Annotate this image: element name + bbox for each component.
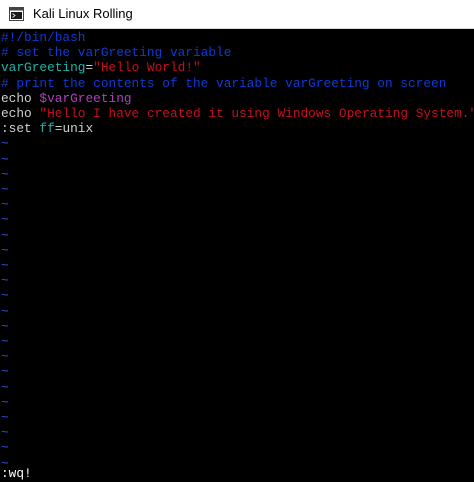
buffer-line[interactable]: varGreeting="Hello World!"	[1, 60, 201, 75]
empty-line-marker: ~	[1, 440, 9, 456]
empty-line-marker: ~	[1, 334, 9, 349]
empty-line-marker: ~	[1, 242, 9, 258]
buffer-line[interactable]: # print the contents of the variable var…	[1, 76, 446, 91]
buffer-text-string: "Hello World!"	[93, 60, 201, 76]
empty-line-marker: ~	[1, 273, 9, 289]
buffer-text-string: "Hello I have created it using Windows O…	[39, 106, 474, 121]
buffer-text-plain: echo	[1, 90, 40, 106]
buffer-text-comment: # print the contents of the variable var…	[1, 75, 447, 91]
buffer-text-ident: varGreeting	[1, 60, 86, 76]
buffer-text-plain: :set	[1, 121, 40, 137]
terminal-app-icon	[9, 7, 24, 21]
empty-line-marker: ~	[1, 303, 9, 319]
empty-line-marker: ~	[1, 227, 9, 243]
vim-editor-area[interactable]: #!/bin/bash # set the varGreeting variabl…	[0, 29, 474, 482]
empty-line-marker: ~	[1, 394, 9, 410]
empty-line-marker: ~	[1, 151, 9, 167]
empty-line-marker: ~	[1, 288, 9, 304]
buffer-text-plain: =unix	[54, 121, 94, 137]
empty-line-marker: ~	[1, 425, 9, 441]
buffer-line[interactable]: #!/bin/bash	[1, 30, 85, 45]
buffer-line[interactable]: # set the varGreeting variable	[1, 45, 231, 60]
buffer-text-ident: ff	[39, 121, 55, 137]
buffer-text-comment: # set the varGreeting variable	[1, 45, 232, 61]
buffer-line[interactable]: echo $varGreeting	[1, 91, 132, 106]
empty-line-marker: ~	[1, 136, 9, 152]
empty-line-marker: ~	[1, 182, 9, 197]
empty-line-marker: ~	[1, 318, 9, 334]
buffer-text-var: $varGreeting	[39, 90, 132, 106]
empty-line-marker: ~	[1, 410, 9, 425]
empty-line-marker: ~	[1, 212, 9, 228]
terminal-window: Kali Linux Rolling #!/bin/bash # set the …	[0, 0, 474, 482]
buffer-text-plain: echo	[1, 106, 40, 121]
empty-line-marker: ~	[1, 258, 9, 273]
empty-line-marker: ~	[1, 379, 9, 395]
empty-line-marker: ~	[1, 166, 9, 182]
buffer-line[interactable]: echo "Hello I have created it using Wind…	[1, 106, 474, 121]
title-bar[interactable]: Kali Linux Rolling	[0, 0, 474, 29]
empty-line-marker: ~	[1, 349, 9, 365]
command-line[interactable]: :wq!	[1, 466, 32, 481]
window-title: Kali Linux Rolling	[33, 6, 133, 21]
buffer-line[interactable]: :set ff=unix	[1, 121, 93, 136]
empty-line-marker: ~	[1, 364, 9, 380]
buffer-text-comment: #!/bin/bash	[1, 30, 86, 45]
empty-line-marker: ~	[1, 197, 9, 213]
